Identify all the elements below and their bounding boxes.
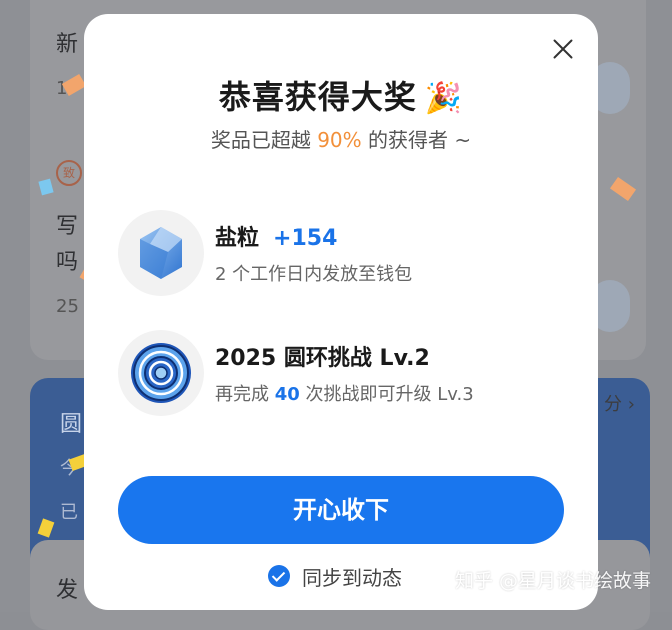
salt-icon-container: [118, 210, 204, 296]
desc-number: 40: [274, 384, 300, 405]
background-card2-title-b: 吗: [56, 250, 79, 275]
background-card2-meta: 25: [56, 296, 79, 317]
background-card2-title-a: 写: [56, 214, 79, 239]
background-blue-status: 已: [60, 502, 78, 523]
desc-prefix: 再完成: [215, 384, 275, 405]
modal-title-text: 恭喜获得大奖: [218, 78, 417, 116]
background-right-link: 分 ›: [604, 394, 635, 415]
ring-challenge-badge-icon: [131, 343, 191, 403]
sync-label: 同步到动态: [302, 565, 402, 590]
desc-suffix: 次挑战即可升级 Lv.3: [299, 384, 474, 405]
reward-amount: +154: [273, 226, 338, 251]
reward-item-ring-challenge: 2025 圆环挑战 Lv.2 再完成 40 次挑战即可升级 Lv.3: [118, 330, 578, 420]
watermark: 知乎 @星月谈书绘故事: [455, 570, 652, 592]
reward-modal: 恭喜获得大奖 🎉 奖品已超越 90% 的获得者 ~ 盐粒 +154 2 个工作日内发…: [84, 14, 598, 610]
subtitle-prefix: 奖品已超越: [210, 128, 318, 152]
modal-title: 恭喜获得大奖 🎉: [84, 72, 598, 118]
subtitle-percent: 90%: [317, 128, 362, 152]
reward-title: 盐粒: [215, 226, 260, 251]
reward-description: 2 个工作日内发放至钱包: [215, 264, 413, 285]
background-badge: 致: [56, 160, 82, 186]
background-blue-title: 圆: [60, 412, 83, 437]
reward-item-salt: 盐粒 +154 2 个工作日内发放至钱包: [118, 210, 578, 300]
sync-to-feed-toggle[interactable]: 同步到动态: [268, 562, 402, 590]
background-card-title: 新: [56, 32, 79, 57]
close-icon[interactable]: [550, 36, 576, 62]
checkmark-icon[interactable]: [268, 565, 290, 587]
salt-crystal-icon: [140, 227, 182, 279]
accept-button[interactable]: 开心收下: [118, 476, 564, 544]
party-popper-icon: 🎉: [424, 81, 464, 116]
background-bottom-title: 发: [56, 578, 79, 603]
reward-name: 盐粒 +154: [215, 220, 337, 252]
modal-subtitle: 奖品已超越 90% 的获得者 ~: [84, 124, 598, 153]
reward-name: 2025 圆环挑战 Lv.2: [215, 346, 430, 371]
ring-badge-container: [118, 330, 204, 416]
subtitle-suffix: 的获得者 ~: [361, 128, 472, 152]
reward-description: 再完成 40 次挑战即可升级 Lv.3: [215, 380, 474, 406]
